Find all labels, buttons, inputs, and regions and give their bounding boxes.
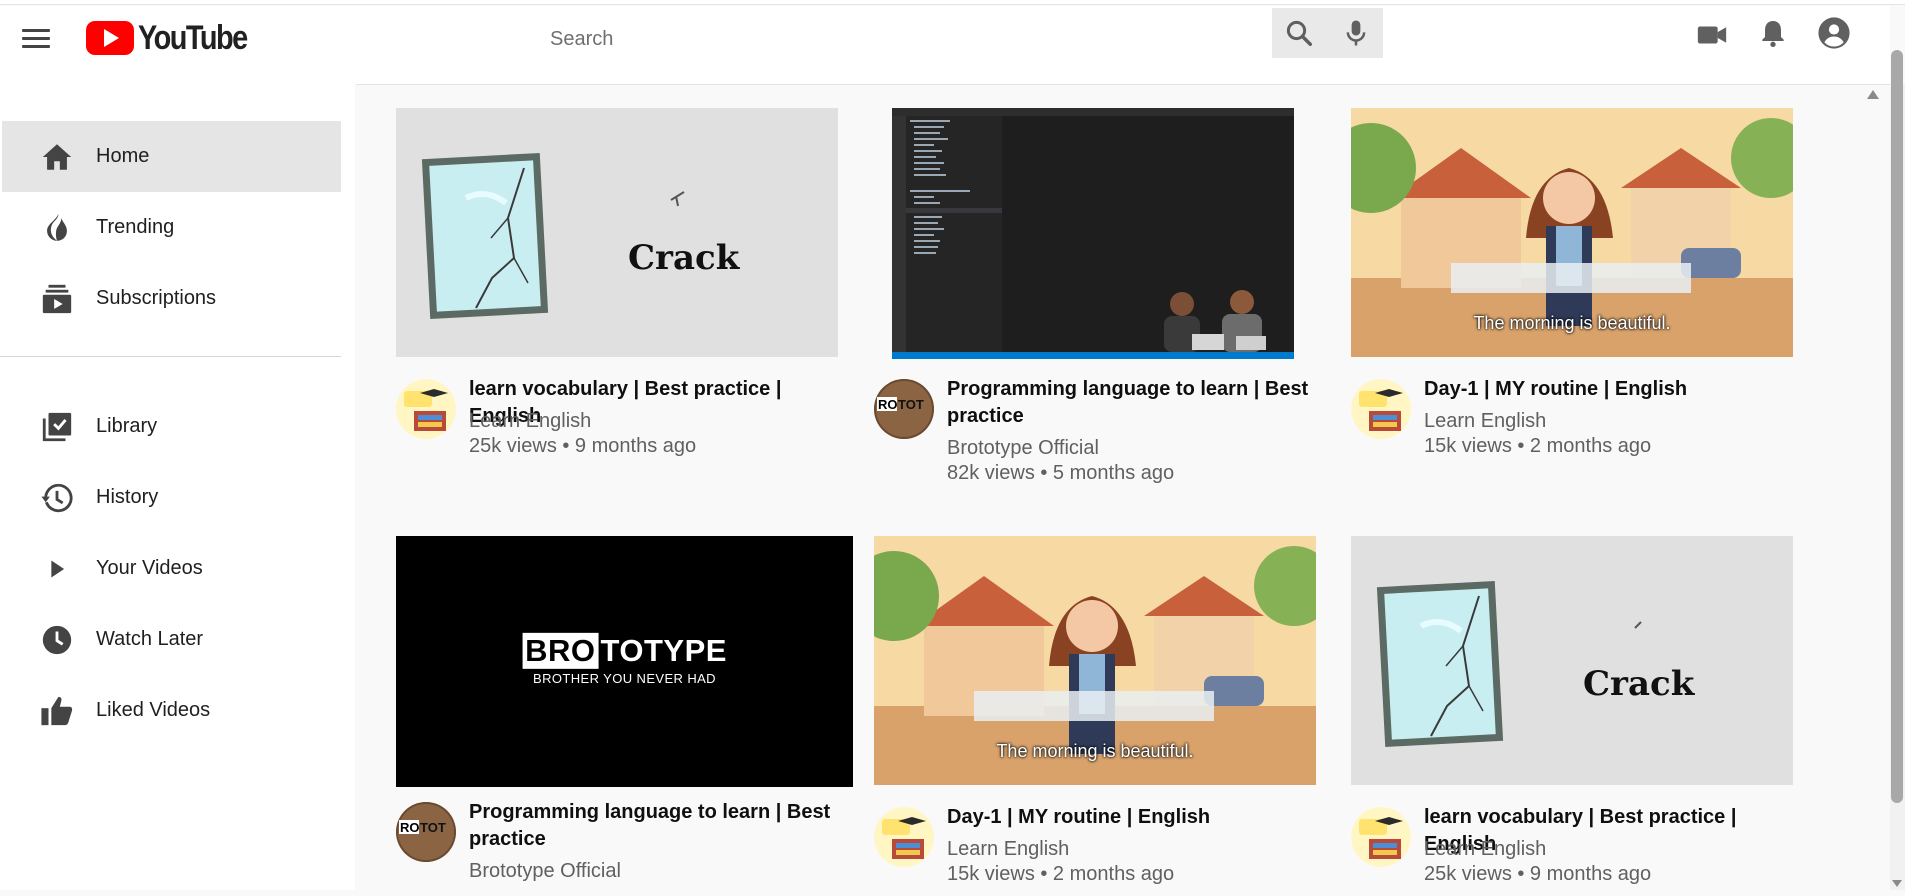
- video-grid: Crack learn vocabulary | Best practice |…: [356, 84, 1890, 890]
- fire-icon: [47, 213, 67, 241]
- youtube-play-logo-icon: [86, 21, 134, 55]
- play-icon: [51, 560, 65, 577]
- video-card[interactable]: Crack learn vocabulary | Best practice |…: [396, 108, 856, 488]
- youtube-logo[interactable]: YouTube: [86, 18, 266, 58]
- search-icon[interactable]: [1284, 18, 1314, 48]
- menu-icon[interactable]: [22, 23, 52, 53]
- broken-window-illustration: [1376, 581, 1642, 747]
- channel-name[interactable]: Brototype Official: [947, 437, 1099, 460]
- video-card[interactable]: BRO TOTYPE BROTHER YOU NEVER HAD RO TOT P…: [396, 536, 866, 896]
- video-title[interactable]: Programming language to learn | Best pra…: [947, 376, 1327, 430]
- sidebar-item-label: Library: [96, 415, 158, 437]
- brototype-bro-box: BRO: [522, 632, 599, 669]
- video-title[interactable]: Day-1 | MY routine | English: [947, 804, 1327, 831]
- video-title[interactable]: Programming language to learn | Best pra…: [469, 799, 849, 853]
- sidebar-item-library[interactable]: Library: [2, 391, 341, 462]
- video-thumbnail[interactable]: The morning is beautiful.: [1351, 108, 1793, 357]
- video-card[interactable]: Crack learn vocabulary | Best practice |…: [1351, 536, 1811, 896]
- svg-text:TOT: TOT: [420, 820, 446, 835]
- channel-name[interactable]: Learn English: [469, 410, 591, 433]
- sidebar-item-history[interactable]: History: [2, 462, 341, 533]
- subscriptions-icon: [42, 284, 72, 313]
- sidebar-item-subscriptions[interactable]: Subscriptions: [2, 263, 341, 334]
- sidebar-item-label: Subscriptions: [96, 287, 217, 309]
- video-title-line: practice: [469, 828, 546, 850]
- brototype-word-rest: TOTYPE: [600, 632, 727, 668]
- video-meta: 15k views • 2 months ago: [1424, 435, 1652, 457]
- video-thumbnail[interactable]: Crack: [1351, 536, 1793, 785]
- sidebar-item-label: Liked Videos: [96, 699, 211, 721]
- video-thumbnail[interactable]: BRO TOTYPE BROTHER YOU NEVER HAD: [396, 536, 853, 787]
- history-icon: [41, 483, 73, 512]
- account-icon[interactable]: [1817, 16, 1851, 50]
- microphone-icon[interactable]: [1341, 18, 1371, 48]
- video-thumbnail[interactable]: Crack: [396, 108, 838, 357]
- channel-name[interactable]: Learn English: [1424, 410, 1546, 433]
- sidebar-item-label: Watch Later: [96, 628, 204, 650]
- broken-window-illustration: [421, 153, 685, 319]
- brototype-avatar[interactable]: RO TOT: [874, 379, 934, 439]
- channel-name[interactable]: Brototype Official: [469, 860, 621, 883]
- clock-icon: [42, 625, 72, 654]
- thumbnail-subtitle: The morning is beautiful.: [996, 741, 1194, 761]
- svg-text:RO: RO: [878, 397, 898, 412]
- sidebar-item-your-videos[interactable]: Your Videos: [2, 533, 341, 604]
- sidebar: Home Trending Subscriptions Library Hist…: [0, 84, 355, 890]
- home-icon: [42, 143, 72, 170]
- code-editor-screenshot: [892, 108, 1294, 359]
- sidebar-item-label: Your Videos: [96, 557, 203, 579]
- brototype-tagline: BROTHER YOU NEVER HAD: [533, 670, 716, 686]
- channel-name[interactable]: Learn English: [947, 838, 1069, 861]
- video-title-line: Programming language to learn | Best: [947, 378, 1309, 400]
- sidebar-divider: [0, 356, 341, 357]
- learn-english-avatar[interactable]: [874, 807, 934, 867]
- brototype-brand-logo: BRO TOTYPE BROTHER YOU NEVER HAD: [522, 632, 727, 685]
- video-meta: 15k views • 2 months ago: [947, 863, 1175, 885]
- video-thumbnail[interactable]: [892, 108, 1294, 359]
- video-title-line: Programming language to learn | Best: [469, 801, 831, 823]
- video-card[interactable]: RO TOT Programming language to learn | B…: [874, 108, 1334, 508]
- thumbnail-caption: Crack: [628, 238, 740, 278]
- sidebar-item-label: Trending: [96, 216, 175, 238]
- sidebar-item-label: History: [96, 486, 159, 508]
- video-meta: 25k views • 9 months ago: [469, 435, 697, 457]
- video-camera-icon[interactable]: [1695, 18, 1729, 52]
- video-meta: 82k views • 5 months ago: [947, 462, 1175, 484]
- video-title[interactable]: Day-1 | MY routine | English: [1424, 376, 1804, 403]
- sidebar-item-watch-later[interactable]: Watch Later: [2, 604, 341, 675]
- learn-english-avatar[interactable]: [1351, 807, 1411, 867]
- scroll-down-arrow-icon[interactable]: [1892, 880, 1902, 887]
- learn-english-avatar[interactable]: [396, 379, 456, 439]
- scrollbar-thumb[interactable]: [1891, 50, 1903, 803]
- video-card[interactable]: The morning is beautiful. Day-1 | MY rou…: [874, 536, 1334, 896]
- thumbnail-subtitle: The morning is beautiful.: [1473, 313, 1671, 333]
- scroll-up-arrow-icon[interactable]: [1867, 90, 1879, 99]
- svg-text:RO: RO: [400, 820, 420, 835]
- sidebar-item-label: Home: [96, 145, 150, 167]
- library-icon: [42, 412, 72, 441]
- channel-name[interactable]: Learn English: [1424, 838, 1546, 861]
- video-meta: 25k views • 9 months ago: [1424, 863, 1652, 885]
- video-title-line: practice: [947, 405, 1024, 427]
- video-thumbnail[interactable]: The morning is beautiful.: [874, 536, 1316, 785]
- video-card[interactable]: The morning is beautiful. Day-1 | MY rou…: [1351, 108, 1811, 488]
- masthead: YouTube: [0, 6, 1890, 84]
- brototype-avatar[interactable]: RO TOT: [396, 802, 456, 862]
- learn-english-avatar[interactable]: [1351, 379, 1411, 439]
- thumbnail-caption: Crack: [1583, 664, 1695, 704]
- thumbs-up-icon: [41, 696, 73, 725]
- sidebar-item-liked-videos[interactable]: Liked Videos: [2, 675, 341, 746]
- bell-icon[interactable]: [1757, 16, 1789, 50]
- browser-top-edge: [0, 0, 1905, 5]
- svg-text:TOT: TOT: [898, 397, 924, 412]
- logo-text: YouTube: [138, 18, 248, 57]
- search-input[interactable]: [540, 16, 1270, 63]
- sidebar-item-home[interactable]: Home: [2, 121, 341, 192]
- sidebar-item-trending[interactable]: Trending: [2, 192, 341, 263]
